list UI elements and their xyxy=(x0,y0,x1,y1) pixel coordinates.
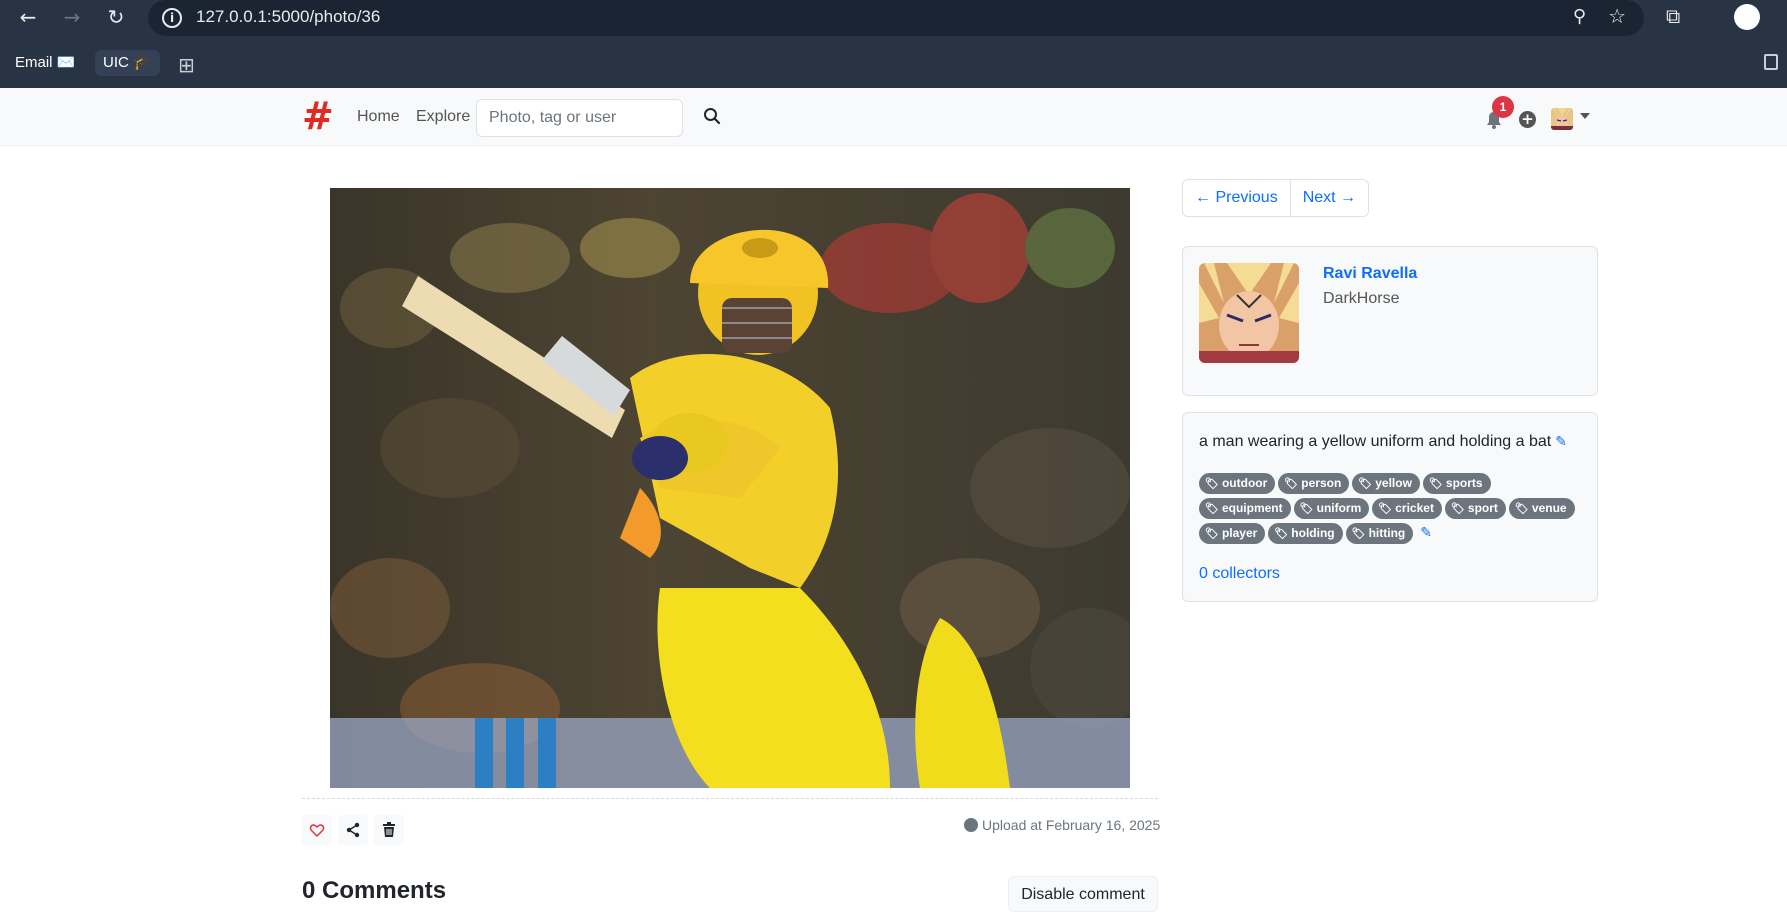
site-navbar: # Home Explore 1 + xyxy=(0,88,1787,146)
tag-label: yellow xyxy=(1375,476,1412,490)
tag-label: outdoor xyxy=(1221,476,1268,490)
trash-icon xyxy=(383,822,395,837)
bookmark-uic[interactable]: UIC 🎓 xyxy=(95,50,160,76)
tag-icon: 🏷 xyxy=(1358,477,1373,490)
tag-icon: 🏷 xyxy=(1205,477,1219,490)
tag-label: cricket xyxy=(1395,501,1434,515)
clock-icon xyxy=(964,818,978,832)
extensions-icon[interactable]: ⧉ xyxy=(1666,4,1680,28)
tag-label: sport xyxy=(1467,501,1498,515)
tag-chip[interactable]: 🏷 holding xyxy=(1268,523,1343,544)
heart-icon xyxy=(309,824,325,838)
share-icon xyxy=(346,822,360,838)
tag-chip[interactable]: 🏷 hitting xyxy=(1345,523,1414,544)
author-avatar[interactable] xyxy=(1199,263,1299,363)
author-handle: DarkHorse xyxy=(1323,290,1400,307)
tag-icon: 🏷 xyxy=(1514,502,1529,515)
tag-icon: 🏷 xyxy=(1205,527,1219,540)
tag-label: uniform xyxy=(1316,501,1362,515)
tag-chip[interactable]: 🏷 outdoor xyxy=(1199,473,1276,494)
share-button[interactable] xyxy=(338,815,368,845)
tag-row: 🏷 outdoor 🏷 person 🏷 yellow 🏷 sports xyxy=(1199,473,1589,498)
all-bookmarks-icon[interactable] xyxy=(1764,54,1778,70)
browser-chrome: ← → ↻ i 127.0.0.1:5000/photo/36 ⚲ ☆ ⧉ Em… xyxy=(0,0,1787,88)
tag-chip[interactable]: 🏷 yellow xyxy=(1352,473,1420,494)
tag-label: venue xyxy=(1531,501,1567,515)
tag-icon: 🏷 xyxy=(1284,477,1299,490)
add-photo-icon[interactable]: + xyxy=(1519,111,1536,128)
tag-row: 🏷 player 🏷 holding 🏷 hitting ✎ xyxy=(1199,523,1589,548)
tag-chip[interactable]: 🏷 cricket xyxy=(1372,498,1442,519)
tag-icon: 🏷 xyxy=(1428,477,1443,490)
forward-icon[interactable]: → xyxy=(58,3,86,31)
tag-chip[interactable]: 🏷 person xyxy=(1278,473,1350,494)
chevron-down-icon[interactable] xyxy=(1580,113,1590,119)
upload-date-text: Upload at February 16, 2025 xyxy=(982,817,1161,833)
site-info-icon[interactable]: i xyxy=(162,8,182,28)
tag-chip[interactable]: 🏷 uniform xyxy=(1293,498,1370,519)
tag-icon: 🏷 xyxy=(1299,502,1314,515)
browser-toolbar: ← → ↻ i 127.0.0.1:5000/photo/36 ⚲ ☆ ⧉ xyxy=(0,0,1787,36)
tag-chip[interactable]: 🏷 sport xyxy=(1444,498,1506,519)
main-photo xyxy=(330,188,1130,788)
nav-explore-link[interactable]: Explore xyxy=(416,108,470,126)
delete-button[interactable] xyxy=(374,815,404,845)
photo-divider xyxy=(302,798,1158,799)
nav-home-link[interactable]: Home xyxy=(357,108,400,126)
photo-description: a man wearing a yellow uniform and holdi… xyxy=(1199,433,1567,451)
tag-chip[interactable]: 🏷 equipment xyxy=(1199,498,1291,519)
tag-label: sports xyxy=(1445,476,1483,490)
reload-icon[interactable]: ↻ xyxy=(102,3,130,31)
edit-description-icon[interactable]: ✎ xyxy=(1555,434,1567,450)
tag-list: 🏷 outdoor 🏷 person 🏷 yellow 🏷 sports 🏷 equipment… xyxy=(1199,473,1589,548)
bookmarks-bar: Email ✉️ UIC 🎓 ⊞ xyxy=(0,44,1787,80)
tag-chip[interactable]: 🏷 venue xyxy=(1508,498,1575,519)
description-text: a man wearing a yellow uniform and holdi… xyxy=(1199,433,1552,450)
site-logo[interactable]: # xyxy=(302,96,334,136)
collectors-link[interactable]: 0 collectors xyxy=(1199,565,1280,583)
tag-label: person xyxy=(1301,476,1342,490)
user-menu-avatar[interactable] xyxy=(1551,108,1573,130)
author-name[interactable]: Ravi Ravella xyxy=(1323,265,1417,283)
photo-pager: ← Previous Next → xyxy=(1182,179,1370,217)
bookmark-email[interactable]: Email ✉️ xyxy=(7,50,83,76)
tag-chip[interactable]: 🏷 player xyxy=(1199,523,1266,544)
browser-profile-icon[interactable] xyxy=(1734,4,1760,30)
tag-label: player xyxy=(1221,526,1258,540)
tag-row: 🏷 equipment 🏷 uniform 🏷 cricket 🏷 sport 🏷 venue xyxy=(1199,498,1589,523)
upload-date: Upload at February 16, 2025 xyxy=(964,817,1160,833)
tag-icon: 🏷 xyxy=(1378,502,1393,515)
tag-icon: 🏷 xyxy=(1351,527,1366,540)
search-icon[interactable] xyxy=(703,107,721,125)
author-card: Ravi Ravella DarkHorse xyxy=(1182,246,1598,396)
tag-chip[interactable]: 🏷 sports xyxy=(1422,473,1491,494)
apps-grid-icon[interactable]: ⊞ xyxy=(178,53,195,77)
next-button[interactable]: Next → xyxy=(1289,180,1368,216)
tag-label: hitting xyxy=(1368,526,1406,540)
back-icon[interactable]: ← xyxy=(14,3,42,31)
previous-button[interactable]: ← Previous xyxy=(1183,180,1290,216)
tag-label: holding xyxy=(1291,526,1335,540)
like-button[interactable] xyxy=(302,815,332,845)
tag-icon: 🏷 xyxy=(1274,527,1289,540)
edit-tags-icon[interactable]: ✎ xyxy=(1420,523,1432,544)
address-bar[interactable]: i 127.0.0.1:5000/photo/36 ⚲ ☆ xyxy=(148,0,1644,36)
comments-heading: 0 Comments xyxy=(302,877,447,904)
url-text[interactable]: 127.0.0.1:5000/photo/36 xyxy=(196,7,380,27)
tag-icon: 🏷 xyxy=(1205,502,1219,515)
bookmark-star-icon[interactable]: ☆ xyxy=(1608,4,1626,28)
notification-badge: 1 xyxy=(1492,96,1514,118)
tag-icon: 🏷 xyxy=(1450,502,1465,515)
photo-info-card: a man wearing a yellow uniform and holdi… xyxy=(1182,412,1598,602)
zoom-icon[interactable]: ⚲ xyxy=(1573,6,1586,27)
search-input[interactable] xyxy=(476,99,683,137)
tag-label: equipment xyxy=(1221,501,1283,515)
